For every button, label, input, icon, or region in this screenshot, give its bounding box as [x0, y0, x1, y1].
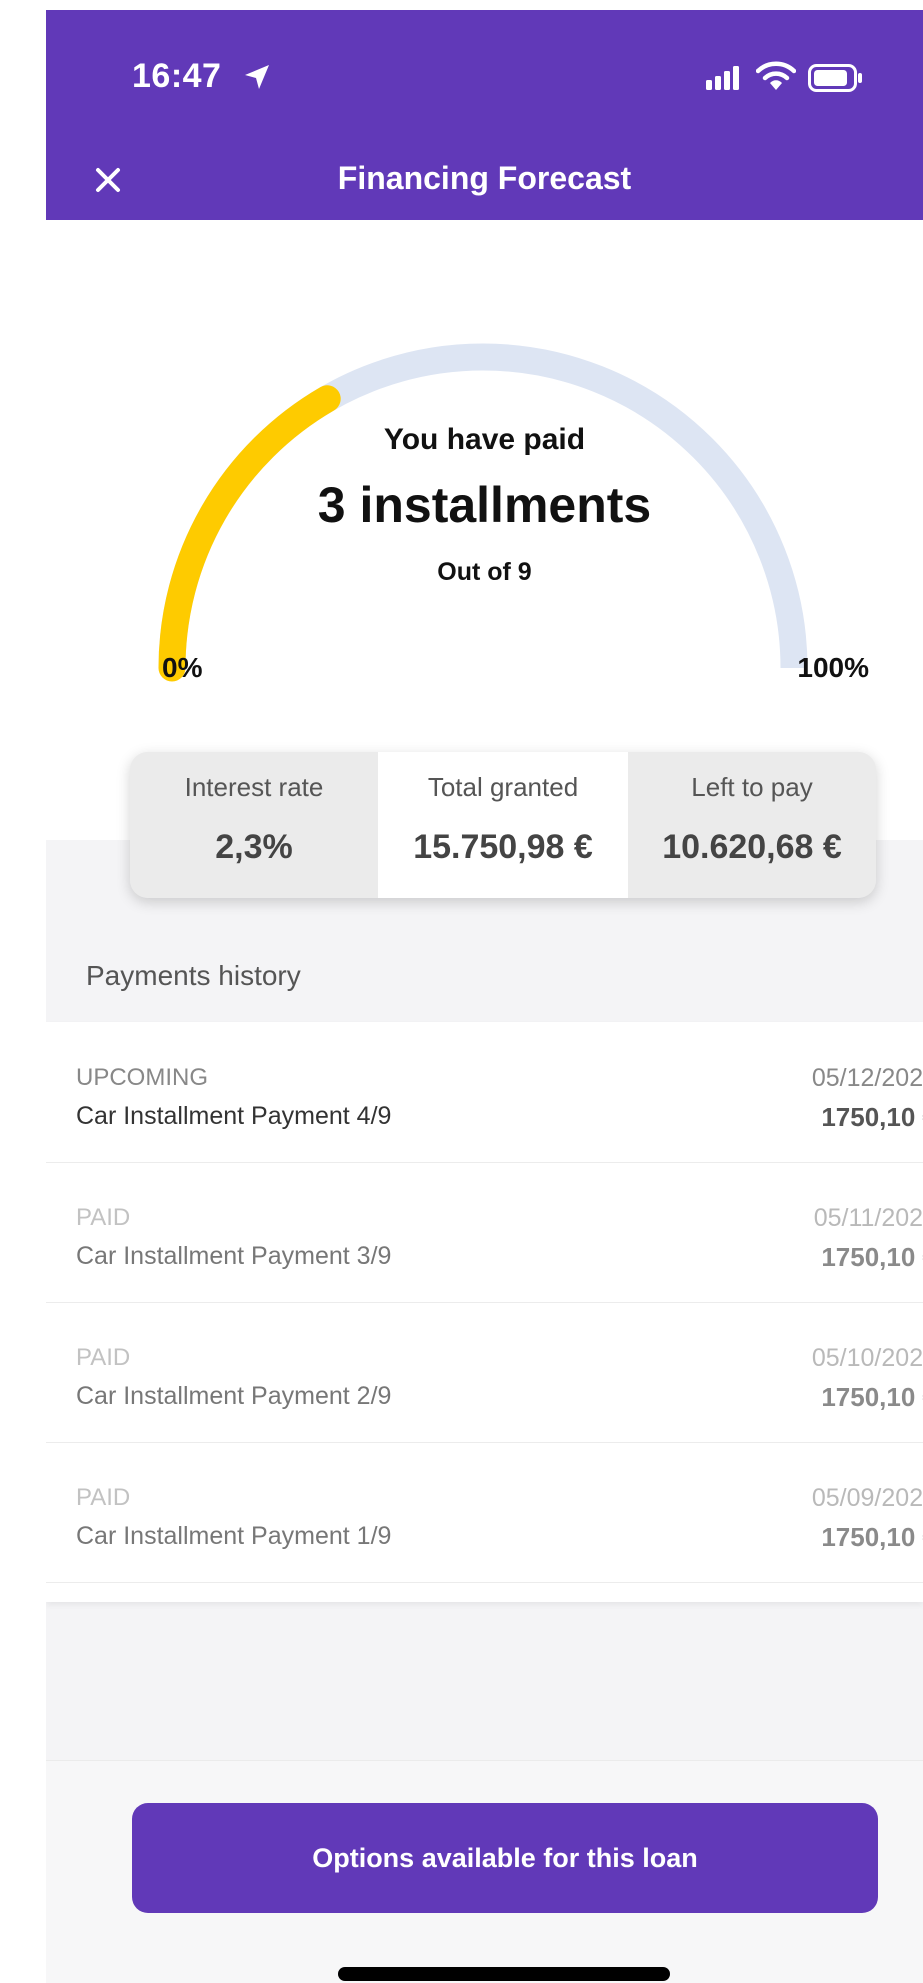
payment-row-paid[interactable]: PAID Car Installment Payment 2/9 05/10/2… [46, 1302, 923, 1443]
payment-name: Car Installment Payment 3/9 [76, 1242, 392, 1270]
paid-caption: You have paid [383, 423, 586, 456]
stat-left-to-pay: Left to pay 10.620,68 € [628, 752, 876, 898]
status-time: 16:47 [132, 57, 222, 95]
payment-date: 05/10/2022 [811, 1344, 923, 1372]
payment-date: 05/09/2022 [811, 1484, 923, 1512]
gauge-max-label: 100% [797, 652, 869, 683]
payment-date: 05/12/2022 [811, 1064, 923, 1092]
stat-label: Interest rate [184, 772, 324, 802]
payment-name: Car Installment Payment 2/9 [76, 1382, 392, 1410]
phone-screen: 16:47 Financing Forecast You have paid 3… [46, 10, 923, 1983]
payments-history-title: Payments history [86, 960, 301, 991]
payment-amount: 1750,10 € [821, 1102, 923, 1132]
wifi-icon [756, 61, 796, 90]
payment-name: Car Installment Payment 1/9 [76, 1522, 392, 1550]
payment-name: Car Installment Payment 4/9 [76, 1102, 392, 1130]
home-indicator [338, 1967, 670, 1981]
stat-label: Left to pay [691, 772, 813, 802]
payment-status: PAID [76, 1344, 131, 1371]
payment-amount: 1750,10 € [821, 1522, 923, 1552]
page-title: Financing Forecast [337, 160, 632, 196]
payment-row-paid[interactable]: PAID Car Installment Payment 1/9 05/09/2… [46, 1442, 923, 1583]
stat-value: 2,3% [215, 828, 293, 866]
installments-total: Out of 9 [437, 558, 532, 586]
battery-icon [808, 64, 862, 92]
stat-label: Total granted [427, 772, 579, 802]
stat-value: 10.620,68 € [662, 828, 842, 866]
progress-section: You have paid 3 installments Out of 9 0%… [46, 220, 923, 840]
gauge-min-label: 0% [162, 652, 203, 683]
payment-status: UPCOMING [76, 1064, 208, 1091]
app-header: Financing Forecast [46, 140, 923, 220]
bottom-action-panel: Options available for this loan [46, 1760, 923, 1983]
payment-date: 05/11/2022 [813, 1204, 923, 1232]
payment-status: PAID [76, 1204, 131, 1231]
payment-row-paid[interactable]: PAID Car Installment Payment 3/9 05/11/2… [46, 1162, 923, 1303]
payment-status: PAID [76, 1484, 131, 1511]
cellular-signal-icon [706, 66, 739, 90]
loan-stats-card: Interest rate 2,3% Total granted 15.750,… [130, 752, 876, 898]
stat-value: 15.750,98 € [413, 828, 593, 866]
installments-progress-gauge [158, 343, 808, 682]
payments-list: UPCOMING Car Installment Payment 4/9 05/… [46, 1022, 923, 1602]
loan-options-button[interactable]: Options available for this loan [132, 1803, 878, 1913]
payment-amount: 1750,10 € [821, 1242, 923, 1272]
location-arrow-icon [245, 65, 269, 89]
payment-amount: 1750,10 € [821, 1382, 923, 1412]
stat-interest-rate: Interest rate 2,3% [130, 752, 378, 898]
status-bar: 16:47 [46, 10, 923, 140]
installments-paid-count: 3 installments [317, 477, 652, 533]
stat-total-granted: Total granted 15.750,98 € [378, 752, 628, 898]
payment-row-upcoming[interactable]: UPCOMING Car Installment Payment 4/9 05/… [46, 1022, 923, 1163]
